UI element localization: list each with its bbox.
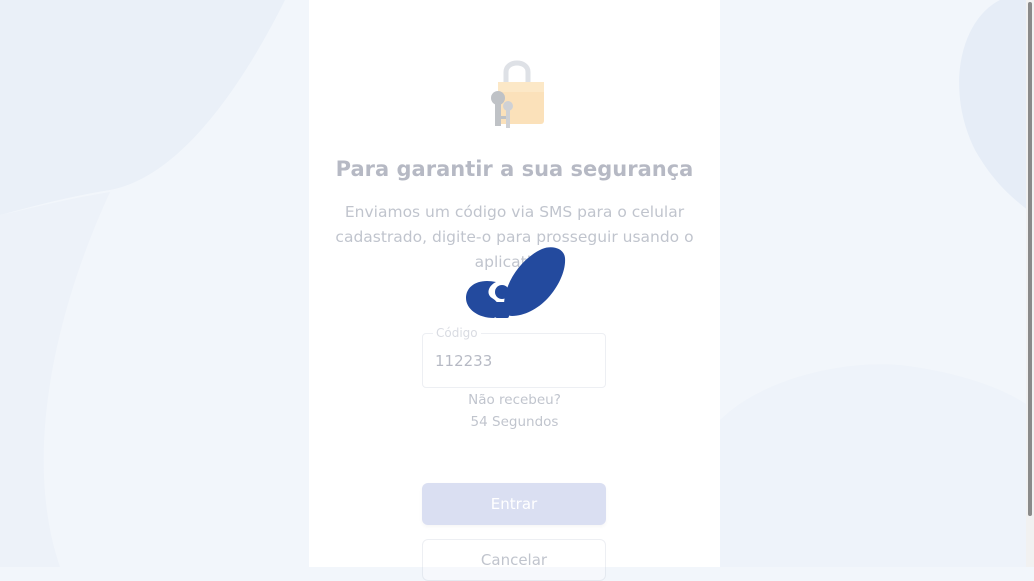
enter-button[interactable]: Entrar (422, 483, 606, 525)
scrollbar[interactable] (1026, 0, 1034, 567)
resend-text: Não recebeu? (468, 392, 561, 408)
app-logo-icon (466, 247, 566, 318)
code-field: Código (422, 326, 606, 388)
cancel-button[interactable]: Cancelar (422, 539, 606, 581)
resend-countdown: 54 Segundos (470, 414, 559, 430)
page-title: Para garantir a sua segurança (335, 157, 694, 181)
scrollbar-thumb[interactable] (1028, 2, 1032, 516)
code-input[interactable] (423, 334, 605, 387)
lock-with-keys-icon (491, 60, 544, 128)
